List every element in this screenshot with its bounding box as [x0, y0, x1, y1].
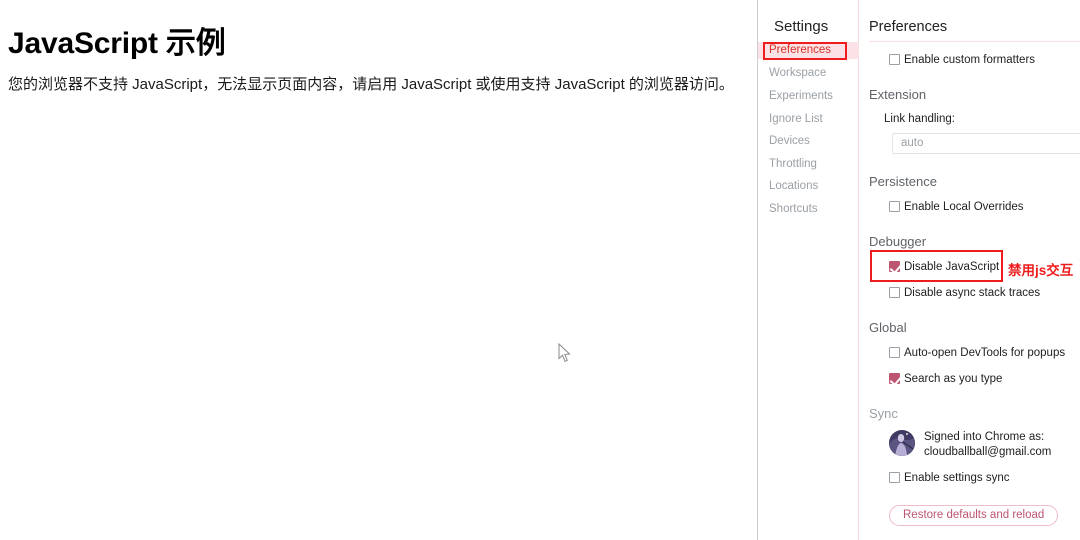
sidebar-item-ignore-list[interactable]: Ignore List	[758, 111, 859, 128]
checkbox-label-enable-settings-sync: Enable settings sync	[904, 472, 1010, 484]
sidebar-item-experiments[interactable]: Experiments	[758, 88, 859, 105]
annotation-text-disable-javascript: 禁用js交互	[1008, 263, 1074, 278]
checkbox-label-enable-local-overrides: Enable Local Overrides	[904, 201, 1024, 213]
settings-sidebar: Settings Preferences Workspace Experimen…	[758, 0, 859, 540]
checkbox-label-disable-async-stack-traces: Disable async stack traces	[904, 287, 1041, 299]
preferences-title: Preferences	[869, 19, 948, 35]
section-title-global: Global	[869, 320, 907, 335]
checkbox-row-enable-local-overrides[interactable]: Enable Local Overrides	[889, 201, 1024, 214]
checkbox-label-enable-custom-formatters: Enable custom formatters	[904, 54, 1036, 66]
sidebar-item-devices[interactable]: Devices	[758, 133, 859, 150]
checkbox-label-search-as-you-type: Search as you type	[904, 373, 1003, 385]
preferences-pane: Preferences Enable custom formatters Ext…	[860, 0, 1080, 540]
page-noscript-message: 您的浏览器不支持 JavaScript，无法显示页面内容，请启用 JavaScr…	[8, 76, 734, 93]
sidebar-item-preferences[interactable]: Preferences	[758, 42, 859, 59]
checkbox-disable-async-stack-traces[interactable]	[889, 287, 900, 298]
section-title-sync: Sync	[869, 406, 898, 421]
checkbox-row-enable-custom-formatters[interactable]: Enable custom formatters	[889, 54, 1035, 67]
checkbox-search-as-you-type[interactable]	[889, 373, 900, 384]
webpage-content: JavaScript 示例 您的浏览器不支持 JavaScript，无法显示页面…	[0, 0, 757, 540]
restore-defaults-and-reload-button[interactable]: Restore defaults and reload	[889, 505, 1059, 526]
checkbox-enable-settings-sync[interactable]	[889, 472, 900, 483]
section-title-persistence: Persistence	[869, 174, 937, 189]
checkbox-row-disable-async-stack-traces[interactable]: Disable async stack traces	[889, 287, 1040, 300]
link-handling-label: Link handling:	[884, 113, 955, 125]
avatar	[889, 430, 915, 456]
sync-account-info: Signed into Chrome as: cloudballball@gma…	[924, 430, 1051, 460]
checkbox-enable-local-overrides[interactable]	[889, 201, 900, 212]
checkbox-label-disable-javascript: Disable JavaScript	[904, 261, 1000, 273]
checkbox-row-search-as-you-type[interactable]: Search as you type	[889, 373, 1002, 386]
link-handling-select[interactable]: auto	[892, 133, 1080, 154]
sidebar-item-throttling[interactable]: Throttling	[758, 156, 859, 173]
checkbox-auto-open-devtools[interactable]	[889, 347, 900, 358]
screenshot-root: JavaScript 示例 您的浏览器不支持 JavaScript，无法显示页面…	[0, 0, 1080, 540]
checkbox-row-disable-javascript[interactable]: Disable JavaScript	[889, 261, 999, 274]
page-title: JavaScript 示例	[8, 27, 226, 60]
checkbox-enable-custom-formatters[interactable]	[889, 54, 900, 65]
checkbox-row-enable-settings-sync[interactable]: Enable settings sync	[889, 472, 1009, 485]
settings-heading: Settings	[774, 18, 829, 35]
section-title-extension: Extension	[869, 87, 927, 102]
section-title-debugger: Debugger	[869, 234, 927, 249]
preferences-divider	[869, 41, 1080, 42]
sidebar-item-locations[interactable]: Locations	[758, 178, 859, 195]
sync-account-email: cloudballball@gmail.com	[924, 446, 1052, 458]
checkbox-label-auto-open-devtools: Auto-open DevTools for popups	[904, 347, 1066, 359]
sidebar-item-workspace[interactable]: Workspace	[758, 65, 859, 82]
checkbox-row-auto-open-devtools[interactable]: Auto-open DevTools for popups	[889, 347, 1065, 360]
mouse-cursor-icon	[558, 343, 571, 363]
checkbox-disable-javascript[interactable]	[889, 261, 900, 272]
sidebar-item-shortcuts[interactable]: Shortcuts	[758, 201, 859, 218]
devtools-panel: Settings Preferences Workspace Experimen…	[757, 0, 1080, 540]
sync-signed-in-label: Signed into Chrome as:	[924, 431, 1045, 443]
